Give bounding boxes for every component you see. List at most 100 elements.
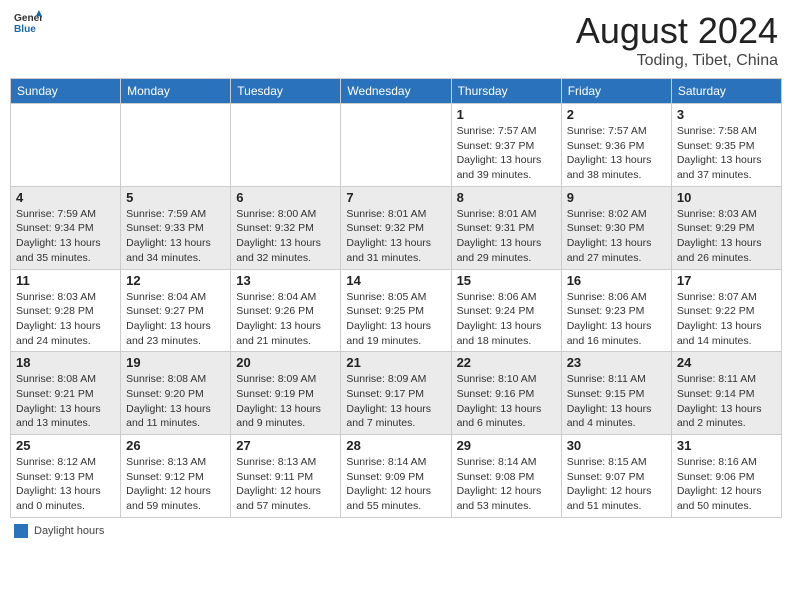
day-info: Sunrise: 8:07 AMSunset: 9:22 PMDaylight:… [677, 290, 776, 349]
svg-text:Blue: Blue [14, 24, 36, 35]
weekday-header-friday: Friday [561, 79, 671, 104]
day-number: 17 [677, 273, 776, 288]
calendar-cell: 16 Sunrise: 8:06 AMSunset: 9:23 PMDayligh… [561, 269, 671, 352]
legend: Daylight hours [10, 524, 782, 538]
calendar-week-row: 1Sunrise: 7:57 AMSunset: 9:37 PMDaylight… [11, 104, 782, 187]
calendar-cell: 3 Sunrise: 7:58 AMSunset: 9:35 PMDaylight… [671, 104, 781, 187]
day-info: Sunrise: 8:08 AMSunset: 9:20 PMDaylight:… [126, 372, 225, 431]
day-number: 5 [126, 190, 225, 205]
day-number: 18 [16, 355, 115, 370]
day-number: 27 [236, 438, 335, 453]
calendar-cell: 8Sunrise: 8:01 AMSunset: 9:31 PMDaylight… [451, 186, 561, 269]
calendar-cell: 18 Sunrise: 8:08 AMSunset: 9:21 PMDayligh… [11, 352, 121, 435]
calendar-cell: 22Sunrise: 8:10 AMSunset: 9:16 PMDayligh… [451, 352, 561, 435]
weekday-header-thursday: Thursday [451, 79, 561, 104]
calendar-cell: 20Sunrise: 8:09 AMSunset: 9:19 PMDayligh… [231, 352, 341, 435]
day-info: Sunrise: 8:13 AMSunset: 9:11 PMDaylight:… [236, 455, 335, 514]
calendar-week-row: 4Sunrise: 7:59 AMSunset: 9:34 PMDaylight… [11, 186, 782, 269]
day-info: Sunrise: 8:14 AMSunset: 9:09 PMDaylight:… [346, 455, 445, 514]
day-info: Sunrise: 8:06 AMSunset: 9:23 PMDaylight:… [567, 290, 666, 349]
day-number: 9 [567, 190, 666, 205]
calendar-table: SundayMondayTuesdayWednesdayThursdayFrid… [10, 78, 782, 518]
day-number: 3 [677, 107, 776, 122]
day-info: Sunrise: 8:05 AMSunset: 9:25 PMDaylight:… [346, 290, 445, 349]
weekday-header-tuesday: Tuesday [231, 79, 341, 104]
calendar-cell: 26 Sunrise: 8:13 AMSunset: 9:12 PMDayligh… [121, 435, 231, 518]
day-info: Sunrise: 8:15 AMSunset: 9:07 PMDaylight:… [567, 455, 666, 514]
calendar-cell: 28 Sunrise: 8:14 AMSunset: 9:09 PMDayligh… [341, 435, 451, 518]
day-number: 11 [16, 273, 115, 288]
calendar-cell: 13 Sunrise: 8:04 AMSunset: 9:26 PMDayligh… [231, 269, 341, 352]
day-number: 24 [677, 355, 776, 370]
logo: General Blue [14, 10, 42, 38]
day-info: Sunrise: 8:04 AMSunset: 9:26 PMDaylight:… [236, 290, 335, 349]
calendar-cell [231, 104, 341, 187]
day-info: Sunrise: 8:03 AMSunset: 9:28 PMDaylight:… [16, 290, 115, 349]
day-info: Sunrise: 8:00 AMSunset: 9:32 PMDaylight:… [236, 207, 335, 266]
day-number: 20 [236, 355, 335, 370]
location-subtitle: Toding, Tibet, China [576, 52, 778, 70]
day-number: 31 [677, 438, 776, 453]
month-year-title: August 2024 [576, 10, 778, 52]
calendar-cell: 5 Sunrise: 7:59 AMSunset: 9:33 PMDaylight… [121, 186, 231, 269]
title-block: August 2024 Toding, Tibet, China [576, 10, 778, 70]
calendar-cell: 30 Sunrise: 8:15 AMSunset: 9:07 PMDayligh… [561, 435, 671, 518]
calendar-cell: 1Sunrise: 7:57 AMSunset: 9:37 PMDaylight… [451, 104, 561, 187]
legend-color-box [14, 524, 28, 538]
day-number: 26 [126, 438, 225, 453]
day-info: Sunrise: 8:12 AMSunset: 9:13 PMDaylight:… [16, 455, 115, 514]
day-number: 25 [16, 438, 115, 453]
page-header: General Blue August 2024 Toding, Tibet, … [10, 10, 782, 70]
day-info: Sunrise: 8:11 AMSunset: 9:15 PMDaylight:… [567, 372, 666, 431]
calendar-cell: 6Sunrise: 8:00 AMSunset: 9:32 PMDaylight… [231, 186, 341, 269]
day-number: 28 [346, 438, 445, 453]
day-number: 21 [346, 355, 445, 370]
calendar-cell [121, 104, 231, 187]
day-info: Sunrise: 8:06 AMSunset: 9:24 PMDaylight:… [457, 290, 556, 349]
calendar-cell: 2 Sunrise: 7:57 AMSunset: 9:36 PMDaylight… [561, 104, 671, 187]
day-info: Sunrise: 8:16 AMSunset: 9:06 PMDaylight:… [677, 455, 776, 514]
day-info: Sunrise: 8:08 AMSunset: 9:21 PMDaylight:… [16, 372, 115, 431]
calendar-cell: 23 Sunrise: 8:11 AMSunset: 9:15 PMDayligh… [561, 352, 671, 435]
day-number: 1 [457, 107, 556, 122]
calendar-cell: 17 Sunrise: 8:07 AMSunset: 9:22 PMDayligh… [671, 269, 781, 352]
calendar-cell: 10Sunrise: 8:03 AMSunset: 9:29 PMDayligh… [671, 186, 781, 269]
day-number: 29 [457, 438, 556, 453]
calendar-cell: 12 Sunrise: 8:04 AMSunset: 9:27 PMDayligh… [121, 269, 231, 352]
day-number: 16 [567, 273, 666, 288]
calendar-cell: 21Sunrise: 8:09 AMSunset: 9:17 PMDayligh… [341, 352, 451, 435]
calendar-cell: 29 Sunrise: 8:14 AMSunset: 9:08 PMDayligh… [451, 435, 561, 518]
day-info: Sunrise: 7:57 AMSunset: 9:36 PMDaylight:… [567, 124, 666, 183]
calendar-cell: 25 Sunrise: 8:12 AMSunset: 9:13 PMDayligh… [11, 435, 121, 518]
calendar-cell: 27 Sunrise: 8:13 AMSunset: 9:11 PMDayligh… [231, 435, 341, 518]
day-number: 2 [567, 107, 666, 122]
day-info: Sunrise: 8:14 AMSunset: 9:08 PMDaylight:… [457, 455, 556, 514]
calendar-week-row: 11 Sunrise: 8:03 AMSunset: 9:28 PMDayligh… [11, 269, 782, 352]
day-number: 8 [457, 190, 556, 205]
day-info: Sunrise: 7:58 AMSunset: 9:35 PMDaylight:… [677, 124, 776, 183]
weekday-header-wednesday: Wednesday [341, 79, 451, 104]
calendar-cell: 19 Sunrise: 8:08 AMSunset: 9:20 PMDayligh… [121, 352, 231, 435]
day-info: Sunrise: 7:59 AMSunset: 9:33 PMDaylight:… [126, 207, 225, 266]
calendar-cell: 11 Sunrise: 8:03 AMSunset: 9:28 PMDayligh… [11, 269, 121, 352]
day-info: Sunrise: 8:10 AMSunset: 9:16 PMDaylight:… [457, 372, 556, 431]
day-info: Sunrise: 8:13 AMSunset: 9:12 PMDaylight:… [126, 455, 225, 514]
day-number: 15 [457, 273, 556, 288]
calendar-cell: 14Sunrise: 8:05 AMSunset: 9:25 PMDayligh… [341, 269, 451, 352]
day-info: Sunrise: 8:04 AMSunset: 9:27 PMDaylight:… [126, 290, 225, 349]
calendar-cell: 24Sunrise: 8:11 AMSunset: 9:14 PMDayligh… [671, 352, 781, 435]
day-number: 12 [126, 273, 225, 288]
day-info: Sunrise: 8:02 AMSunset: 9:30 PMDaylight:… [567, 207, 666, 266]
calendar-week-row: 25 Sunrise: 8:12 AMSunset: 9:13 PMDayligh… [11, 435, 782, 518]
day-number: 30 [567, 438, 666, 453]
weekday-header-saturday: Saturday [671, 79, 781, 104]
calendar-cell: 7Sunrise: 8:01 AMSunset: 9:32 PMDaylight… [341, 186, 451, 269]
weekday-header-row: SundayMondayTuesdayWednesdayThursdayFrid… [11, 79, 782, 104]
day-number: 23 [567, 355, 666, 370]
calendar-cell [11, 104, 121, 187]
weekday-header-sunday: Sunday [11, 79, 121, 104]
day-number: 19 [126, 355, 225, 370]
day-info: Sunrise: 8:03 AMSunset: 9:29 PMDaylight:… [677, 207, 776, 266]
day-number: 13 [236, 273, 335, 288]
calendar-cell [341, 104, 451, 187]
